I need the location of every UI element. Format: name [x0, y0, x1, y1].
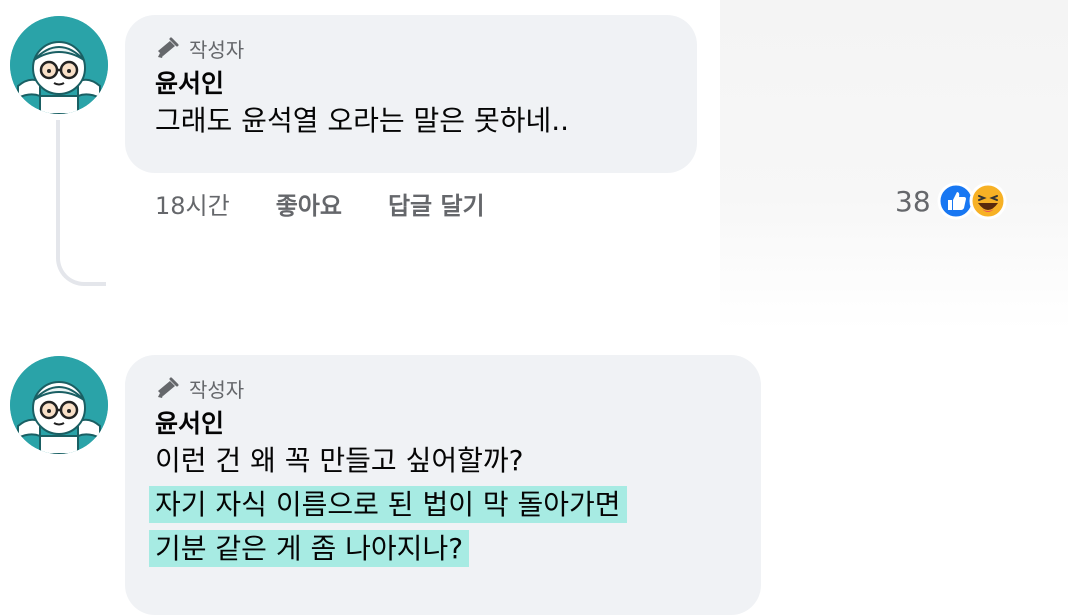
reply-button[interactable]: 답글 달기 [388, 186, 485, 221]
comment-actions: 18시간 좋아요 답글 달기 [155, 186, 485, 221]
author-badge: 작성자 [155, 33, 667, 63]
commenter-name[interactable]: 윤서인 [155, 407, 731, 441]
megaphone-icon [158, 37, 179, 58]
avatar[interactable] [10, 356, 108, 454]
text-highlight: 자기 자식 이름으로 된 법이 막 돌아가면 [149, 486, 627, 523]
avatar[interactable] [10, 16, 108, 114]
haha-icon [969, 182, 1007, 220]
reply-thread-line [56, 120, 106, 286]
reaction-count: 38 [895, 184, 931, 218]
comment-text: 그래도 윤석열 오라는 말은 못하네.. [155, 104, 570, 137]
author-badge-label: 작성자 [189, 37, 245, 62]
text-highlight: 기분 같은 게 좀 나아지나? [149, 530, 470, 567]
cartoon-avatar-icon [10, 356, 108, 454]
comment-bubble: 작성자 윤서인 그래도 윤석열 오라는 말은 못하네.. [125, 15, 697, 173]
author-badge-label: 작성자 [189, 377, 245, 402]
comment-text-line: 이런 건 왜 꼭 만들고 싶어할까? [155, 444, 524, 477]
author-badge: 작성자 [155, 373, 731, 403]
background-shade [720, 0, 1068, 330]
commenter-name[interactable]: 윤서인 [155, 67, 667, 101]
comment-text-line-highlighted: 기분 같은 게 좀 나아지나? [149, 529, 731, 569]
comment-bubble: 작성자 윤서인 이런 건 왜 꼭 만들고 싶어할까? 자기 자식 이름으로 된 … [125, 355, 761, 615]
like-button[interactable]: 좋아요 [276, 186, 342, 221]
comment-time[interactable]: 18시간 [155, 186, 230, 221]
cartoon-avatar-icon [10, 16, 108, 114]
comment-text-line-highlighted: 자기 자식 이름으로 된 법이 막 돌아가면 [149, 485, 731, 525]
reaction-summary[interactable]: 38 [895, 182, 1007, 220]
megaphone-icon [158, 377, 179, 398]
